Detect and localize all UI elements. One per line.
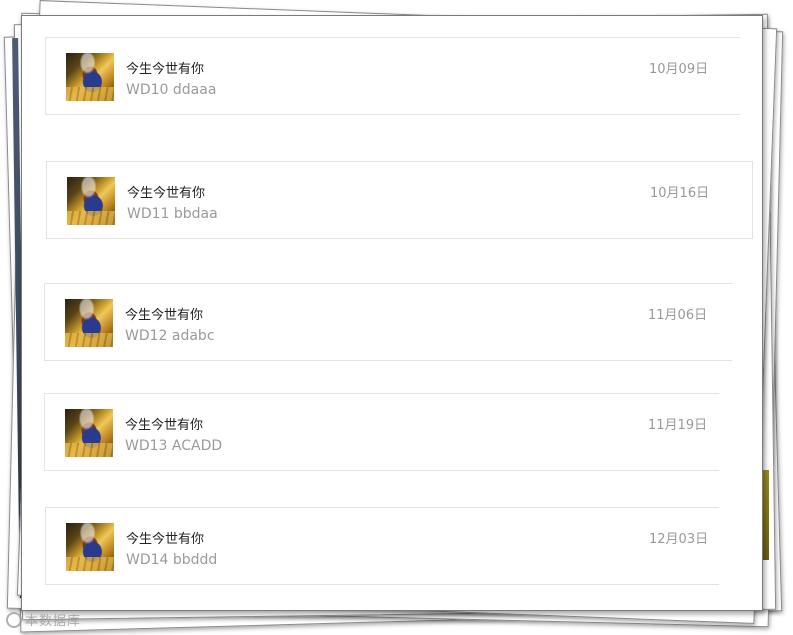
message-preview: WD13 ACADD bbox=[125, 438, 223, 454]
sender-name: 今生今世有你 bbox=[126, 62, 205, 77]
message-item[interactable]: 今生今世有你 WD12 adabc 11月06日 bbox=[44, 283, 732, 361]
sender-name: 今生今世有你 bbox=[127, 186, 206, 201]
message-list-panel: 今生今世有你 WD10 ddaaa 10月09日 今生今世有你 WD11 bbd… bbox=[21, 15, 763, 611]
avatar[interactable] bbox=[65, 299, 113, 347]
sender-name: 今生今世有你 bbox=[125, 308, 204, 323]
message-date: 11月19日 bbox=[648, 418, 708, 433]
message-date: 10月16日 bbox=[650, 186, 710, 201]
avatar[interactable] bbox=[66, 523, 114, 571]
sender-name: 今生今世有你 bbox=[125, 418, 204, 433]
message-item[interactable]: 今生今世有你 WD11 bbdaa 10月16日 bbox=[46, 161, 753, 239]
sender-name: 今生今世有你 bbox=[126, 532, 205, 547]
avatar[interactable] bbox=[65, 409, 113, 457]
message-date: 11月06日 bbox=[648, 308, 708, 323]
message-preview: WD12 adabc bbox=[125, 328, 215, 344]
message-date: 10月09日 bbox=[649, 62, 709, 77]
message-item[interactable]: 今生今世有你 WD13 ACADD 11月19日 bbox=[44, 393, 719, 471]
message-item[interactable]: 今生今世有你 WD14 bbddd 12月03日 bbox=[45, 507, 719, 585]
message-preview: WD10 ddaaa bbox=[126, 82, 217, 98]
watermark: 本数据库 bbox=[6, 610, 82, 629]
watermark-logo-icon bbox=[6, 612, 22, 628]
screenshot-stage: 今生今世有你 WD10 ddaaa 10月09日 今生今世有你 WD11 bbd… bbox=[0, 0, 793, 635]
avatar[interactable] bbox=[66, 53, 114, 101]
message-preview: WD14 bbddd bbox=[126, 552, 218, 568]
message-preview: WD11 bbdaa bbox=[127, 206, 218, 222]
avatar[interactable] bbox=[67, 177, 115, 225]
message-item[interactable]: 今生今世有你 WD10 ddaaa 10月09日 bbox=[45, 37, 740, 115]
watermark-text: 本数据库 bbox=[25, 614, 82, 629]
message-date: 12月03日 bbox=[649, 532, 709, 547]
